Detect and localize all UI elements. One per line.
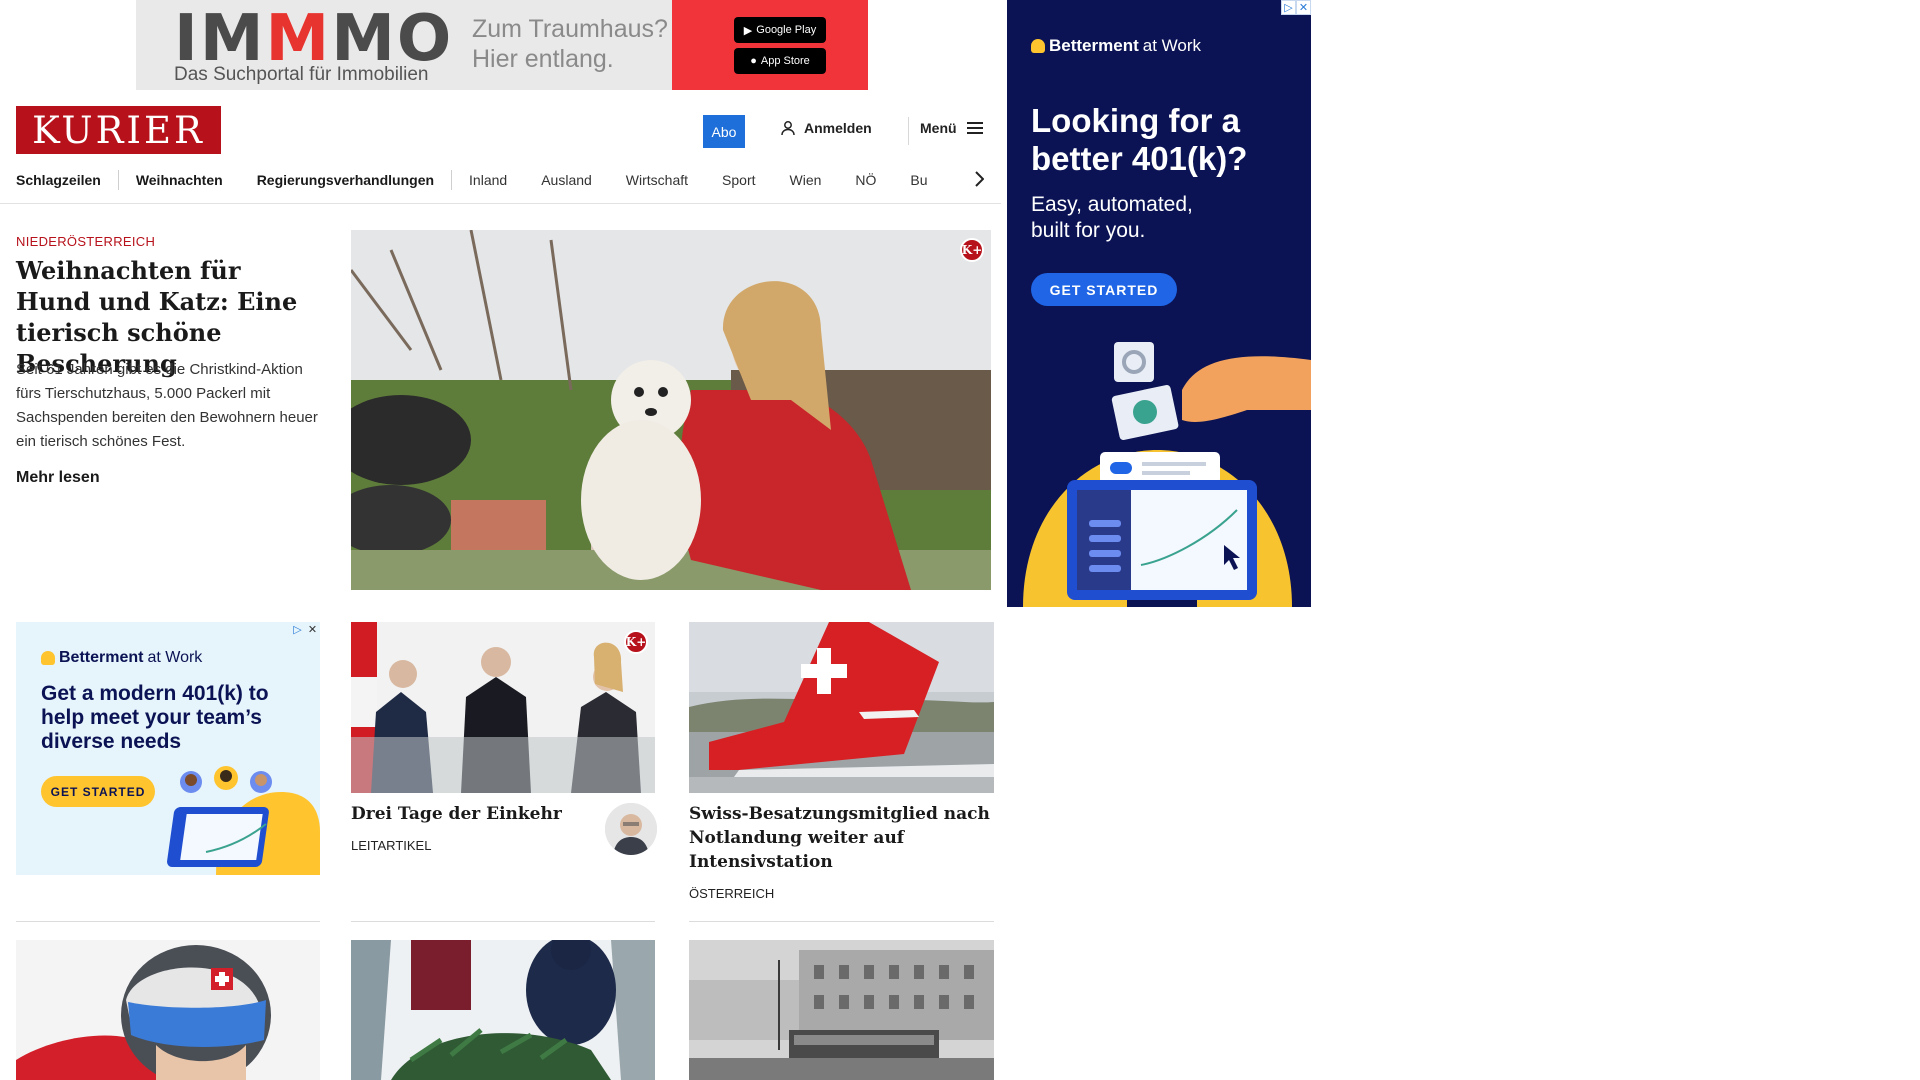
card-photo xyxy=(351,622,655,793)
ad-claim: Zum Traumhaus? Hier entlang. xyxy=(472,15,668,73)
ad-choices[interactable]: ▷ ✕ xyxy=(290,622,320,637)
hamburger-icon xyxy=(966,122,983,134)
ad-illustration xyxy=(1023,342,1311,607)
ad-subheadline: Easy, automated, built for you. xyxy=(1031,193,1193,242)
top-banner-ad[interactable]: IMMMO Das Suchportal für Immobilien Zum … xyxy=(136,0,868,90)
get-started-button[interactable]: GET STARTED xyxy=(41,776,155,807)
app-store-button[interactable]: ● App Store xyxy=(734,48,826,74)
inline-ad[interactable]: ▷ ✕ Betterment at Work Get a modern 401(k… xyxy=(16,622,320,875)
betterment-logo: Betterment at Work xyxy=(41,649,202,667)
menu-label: Menü xyxy=(920,120,957,136)
site-logo[interactable]: KURIER xyxy=(16,106,221,154)
ad-illustration xyxy=(167,766,320,875)
abo-button[interactable]: Abo xyxy=(703,115,745,148)
nav-scroll-right-button[interactable] xyxy=(968,166,990,192)
nav-item-wirtschaft[interactable]: Wirtschaft xyxy=(609,172,705,188)
menu-button[interactable]: Menü xyxy=(920,120,983,136)
card-kicker[interactable]: ÖSTERREICH xyxy=(689,886,774,901)
nav-item-ausland[interactable]: Ausland xyxy=(524,172,609,188)
card-image[interactable] xyxy=(16,940,320,1080)
nav-item-wien[interactable]: Wien xyxy=(773,172,839,188)
betterment-logo: Betterment at Work xyxy=(1031,36,1201,56)
lead-photo xyxy=(351,230,991,590)
user-icon xyxy=(781,121,795,136)
ad-red-panel xyxy=(672,0,868,90)
author-avatar xyxy=(605,803,657,855)
card-image[interactable]: K+ xyxy=(351,622,655,793)
sidebar-ad[interactable]: ▷ ✕ Betterment at Work Looking for a bette… xyxy=(1007,0,1311,607)
ad-headline: Looking for a better 401(k)? xyxy=(1031,102,1248,177)
main-navigation: Schlagzeilen Weihnachten Regierungsverha… xyxy=(16,168,986,192)
premium-badge: K+ xyxy=(960,238,984,262)
close-icon[interactable]: ✕ xyxy=(1296,0,1311,15)
lead-image[interactable]: K+ xyxy=(351,230,991,590)
section-divider xyxy=(351,921,655,922)
nav-item-weihnachten[interactable]: Weihnachten xyxy=(119,172,240,188)
login-button[interactable]: Anmelden xyxy=(780,120,872,136)
chevron-right-icon xyxy=(975,171,984,187)
nav-item-regierungsverhandlungen[interactable]: Regierungsverhandlungen xyxy=(240,172,451,188)
card-photo xyxy=(16,940,320,1080)
card-title[interactable]: Swiss-Besatzungsmitglied nach Notlandung… xyxy=(689,802,994,874)
lead-teaser: Seit 61 Jahren gibt es die Christkind-Ak… xyxy=(16,361,318,450)
nav-item-sport[interactable]: Sport xyxy=(705,172,772,188)
nav-item-inland[interactable]: Inland xyxy=(452,172,524,188)
section-divider xyxy=(689,921,994,922)
card-image[interactable] xyxy=(689,940,994,1080)
close-icon[interactable]: ✕ xyxy=(305,622,320,637)
nav-item-schlagzeilen[interactable]: Schlagzeilen xyxy=(16,172,118,188)
card-photo xyxy=(689,940,994,1080)
premium-badge: K+ xyxy=(624,630,648,654)
nav-bottom-border xyxy=(0,203,1001,204)
play-icon: ▶ xyxy=(743,24,753,37)
card-kicker[interactable]: LEITARTIKEL xyxy=(351,838,431,853)
ad-tagline: Das Suchportal für Immobilien xyxy=(174,64,429,85)
ad-headline: Get a modern 401(k) to help meet your te… xyxy=(41,682,269,753)
lead-kicker[interactable]: NIEDERÖSTERREICH xyxy=(16,234,155,249)
card-image[interactable] xyxy=(351,940,655,1080)
card-title[interactable]: Drei Tage der Einkehr xyxy=(351,802,591,826)
section-divider xyxy=(16,921,320,922)
nav-item-truncated[interactable]: Bu xyxy=(893,172,944,188)
ad-choices[interactable]: ▷ ✕ xyxy=(1281,0,1311,15)
adchoices-icon[interactable]: ▷ xyxy=(1281,0,1296,15)
google-play-button[interactable]: ▶ Google Play xyxy=(734,17,826,43)
card-photo xyxy=(689,622,994,793)
login-label: Anmelden xyxy=(804,120,872,136)
get-started-button[interactable]: GET STARTED xyxy=(1031,273,1177,306)
adchoices-icon[interactable]: ▷ xyxy=(290,622,305,637)
nav-item-noe[interactable]: NÖ xyxy=(838,172,893,188)
card-photo xyxy=(351,940,655,1080)
header-divider xyxy=(908,117,909,145)
apple-icon: ● xyxy=(750,55,757,67)
card-image[interactable] xyxy=(689,622,994,793)
read-more-link[interactable]: Mehr lesen xyxy=(16,469,100,487)
